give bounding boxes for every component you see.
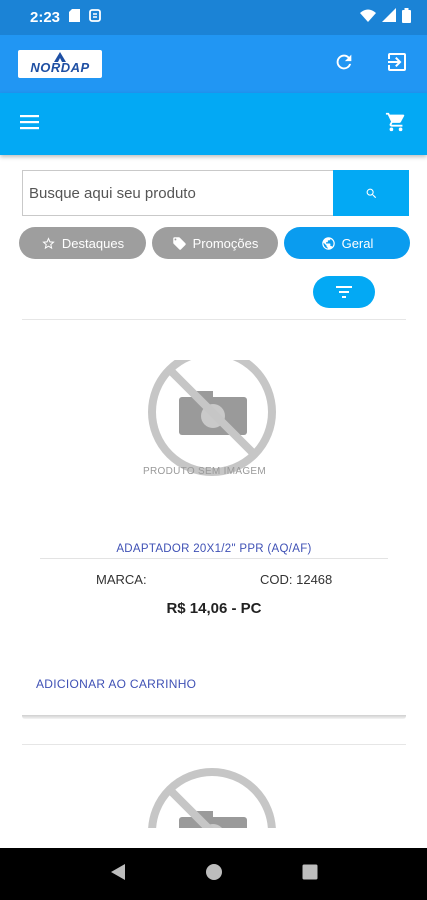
home-icon[interactable] — [205, 863, 223, 886]
logout-icon[interactable] — [385, 50, 409, 79]
image-caption: PRODUTO SEM IMAGEM — [143, 466, 267, 477]
chip-label: Geral — [341, 235, 374, 251]
chip-destaques[interactable]: Destaques — [19, 227, 146, 259]
company-logo: NORDAP — [18, 50, 102, 78]
refresh-icon[interactable] — [333, 51, 355, 78]
divider — [22, 319, 406, 320]
search-bar — [22, 170, 409, 216]
chip-label: Destaques — [61, 235, 125, 251]
notification-icon — [89, 8, 101, 27]
divider — [22, 744, 406, 745]
add-to-cart-button[interactable]: ADICIONAR AO CARRINHO — [36, 677, 196, 691]
filter-list-icon — [336, 286, 352, 298]
filter-button[interactable] — [313, 276, 375, 308]
chip-promocoes[interactable]: Promoções — [152, 227, 278, 259]
filter-chips: Destaques Promoções Geral — [19, 227, 410, 259]
menu-icon[interactable] — [20, 114, 40, 135]
product-brand: MARCA: — [96, 572, 147, 587]
status-time: 2:23 — [30, 9, 61, 26]
tag-icon — [172, 236, 186, 250]
search-button[interactable] — [333, 170, 409, 216]
logo-mark-icon — [54, 52, 66, 62]
shopping-cart-icon[interactable] — [385, 111, 407, 138]
signal-icon — [382, 8, 396, 27]
star-outline-icon — [42, 236, 55, 249]
globe-icon — [321, 236, 335, 250]
battery-icon — [402, 7, 411, 28]
chip-geral[interactable]: Geral — [284, 227, 410, 259]
wifi-icon — [360, 9, 376, 27]
secondary-toolbar — [0, 93, 427, 155]
divider — [40, 558, 388, 559]
product-price: R$ 14,06 - PC — [166, 600, 262, 617]
product-name[interactable]: ADAPTADOR 20X1/2" PPR (AQ/AF) — [22, 543, 406, 555]
product-image-placeholder — [121, 766, 301, 828]
search-icon — [366, 188, 376, 198]
card-bottom-edge — [22, 715, 406, 719]
back-icon[interactable] — [110, 863, 126, 886]
search-input[interactable] — [22, 170, 333, 216]
status-bar: 2:23 — [0, 0, 427, 35]
system-navigation-bar — [0, 848, 427, 900]
chip-label: Promoções — [192, 235, 259, 251]
product-code: COD: 12468 — [260, 572, 333, 587]
app-bar: NORDAP — [0, 35, 427, 93]
sd-card-icon — [69, 8, 81, 27]
recents-icon[interactable] — [302, 864, 318, 885]
